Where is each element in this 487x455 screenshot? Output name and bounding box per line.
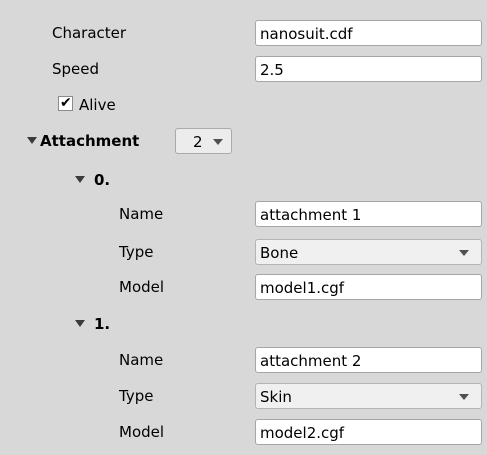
alive-label: Alive — [79, 96, 116, 114]
chevron-down-icon — [459, 250, 469, 256]
attachment-0-model-input[interactable]: model1.cgf — [255, 274, 482, 300]
character-row: Character nanosuit.cdf — [0, 16, 487, 50]
expand-arrow-icon[interactable] — [27, 137, 37, 144]
attachment-0-type-select[interactable]: Bone — [255, 239, 482, 265]
attachment-0-name-row: Name attachment 1 — [0, 197, 487, 231]
chevron-down-icon — [459, 394, 469, 400]
attachment-1-model-row: Model model2.cgf — [0, 415, 487, 449]
attachment-count-value: 2 — [193, 133, 203, 151]
attachment-item-0-header: 0. — [0, 163, 487, 197]
attachment-1-model-input[interactable]: model2.cgf — [255, 419, 482, 445]
speed-label: Speed — [52, 60, 100, 78]
type-label: Type — [119, 243, 154, 261]
attachment-1-type-row: Type Skin — [0, 379, 487, 413]
attachment-count-dropdown[interactable]: 2 — [175, 128, 232, 154]
type-value: Bone — [260, 244, 299, 262]
attachment-0-type-row: Type Bone — [0, 235, 487, 269]
alive-checkbox[interactable]: ✔ — [58, 95, 73, 111]
attachment-0-name-input[interactable]: attachment 1 — [255, 201, 482, 227]
name-label: Name — [119, 205, 164, 223]
type-label: Type — [119, 387, 154, 405]
attachment-row: Attachment 2 — [0, 124, 487, 158]
expand-arrow-icon[interactable] — [75, 320, 85, 327]
speed-input[interactable]: 2.5 — [255, 56, 482, 82]
checkmark-icon: ✔ — [60, 95, 72, 111]
attachment-item-index: 1. — [94, 315, 111, 333]
attachment-label: Attachment — [40, 132, 140, 150]
attachment-0-model-row: Model model1.cgf — [0, 270, 487, 304]
property-panel: Character nanosuit.cdf Speed 2.5 ✔ Alive… — [0, 0, 487, 455]
chevron-down-icon — [213, 139, 223, 145]
model-label: Model — [119, 278, 165, 296]
model-label: Model — [119, 423, 165, 441]
expand-arrow-icon[interactable] — [75, 176, 85, 183]
alive-row: ✔ Alive — [0, 88, 487, 122]
character-input[interactable]: nanosuit.cdf — [255, 20, 482, 46]
name-label: Name — [119, 351, 164, 369]
attachment-1-type-select[interactable]: Skin — [255, 383, 482, 409]
attachment-item-index: 0. — [94, 171, 111, 189]
attachment-item-1-header: 1. — [0, 307, 487, 341]
attachment-1-name-input[interactable]: attachment 2 — [255, 347, 482, 373]
type-value: Skin — [260, 388, 292, 406]
attachment-1-name-row: Name attachment 2 — [0, 343, 487, 377]
character-label: Character — [52, 24, 127, 42]
speed-row: Speed 2.5 — [0, 52, 487, 86]
